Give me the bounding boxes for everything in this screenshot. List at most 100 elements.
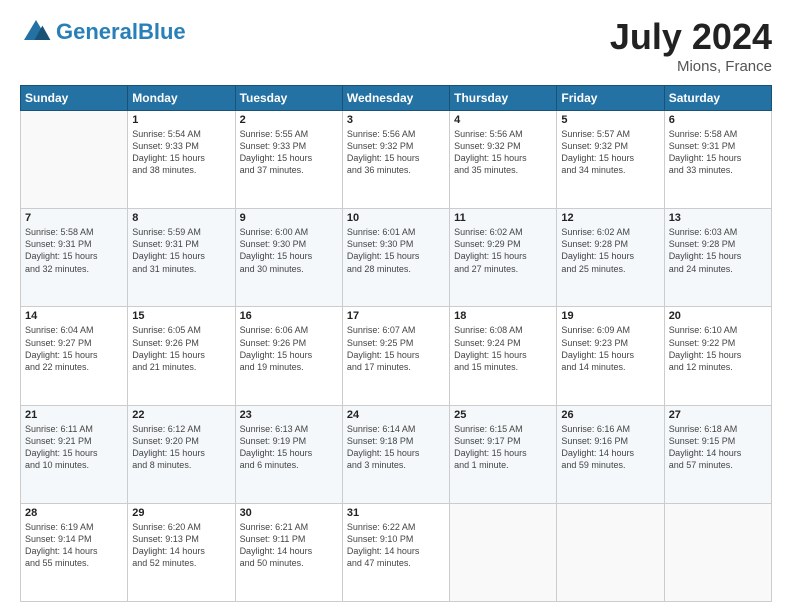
day-info: Sunrise: 6:08 AM Sunset: 9:24 PM Dayligh… (454, 324, 552, 373)
day-number: 19 (561, 310, 659, 322)
calendar-cell: 22 Sunrise: 6:12 AM Sunset: 9:20 PM Dayli… (128, 405, 235, 503)
day-header-sunday: Sunday (21, 86, 128, 111)
calendar-week-1: 1 Sunrise: 5:54 AM Sunset: 9:33 PM Daylig… (21, 111, 772, 209)
day-number: 21 (25, 409, 123, 421)
header: GeneralBlue July 2024 Mions, France (20, 16, 772, 75)
calendar-cell: 10 Sunrise: 6:01 AM Sunset: 9:30 PM Dayli… (342, 209, 449, 307)
day-number: 24 (347, 409, 445, 421)
day-number: 1 (132, 114, 230, 126)
day-number: 10 (347, 212, 445, 224)
calendar-week-5: 28 Sunrise: 6:19 AM Sunset: 9:14 PM Dayli… (21, 503, 772, 601)
calendar-cell: 14 Sunrise: 6:04 AM Sunset: 9:27 PM Dayli… (21, 307, 128, 405)
day-number: 27 (669, 409, 767, 421)
calendar-cell (664, 503, 771, 601)
calendar-cell: 15 Sunrise: 6:05 AM Sunset: 9:26 PM Dayli… (128, 307, 235, 405)
calendar-cell: 4 Sunrise: 5:56 AM Sunset: 9:32 PM Daylig… (450, 111, 557, 209)
day-info: Sunrise: 6:15 AM Sunset: 9:17 PM Dayligh… (454, 423, 552, 472)
day-info: Sunrise: 6:11 AM Sunset: 9:21 PM Dayligh… (25, 423, 123, 472)
day-info: Sunrise: 6:13 AM Sunset: 9:19 PM Dayligh… (240, 423, 338, 472)
day-info: Sunrise: 5:59 AM Sunset: 9:31 PM Dayligh… (132, 226, 230, 275)
day-header-thursday: Thursday (450, 86, 557, 111)
logo-blue: Blue (138, 19, 186, 44)
day-info: Sunrise: 5:58 AM Sunset: 9:31 PM Dayligh… (25, 226, 123, 275)
day-info: Sunrise: 5:54 AM Sunset: 9:33 PM Dayligh… (132, 128, 230, 177)
day-info: Sunrise: 6:05 AM Sunset: 9:26 PM Dayligh… (132, 324, 230, 373)
day-number: 2 (240, 114, 338, 126)
day-number: 5 (561, 114, 659, 126)
day-info: Sunrise: 6:20 AM Sunset: 9:13 PM Dayligh… (132, 521, 230, 570)
day-info: Sunrise: 6:19 AM Sunset: 9:14 PM Dayligh… (25, 521, 123, 570)
calendar-cell: 23 Sunrise: 6:13 AM Sunset: 9:19 PM Dayli… (235, 405, 342, 503)
title-block: July 2024 Mions, France (610, 16, 772, 75)
calendar-cell: 9Sunrise: 6:00 AM Sunset: 9:30 PM Daylig… (235, 209, 342, 307)
calendar-header-row: SundayMondayTuesdayWednesdayThursdayFrid… (21, 86, 772, 111)
day-info: Sunrise: 5:58 AM Sunset: 9:31 PM Dayligh… (669, 128, 767, 177)
calendar-cell: 25 Sunrise: 6:15 AM Sunset: 9:17 PM Dayli… (450, 405, 557, 503)
day-info: Sunrise: 5:55 AM Sunset: 9:33 PM Dayligh… (240, 128, 338, 177)
day-number: 7 (25, 212, 123, 224)
calendar-cell: 1 Sunrise: 5:54 AM Sunset: 9:33 PM Daylig… (128, 111, 235, 209)
logo: GeneralBlue (20, 16, 186, 48)
day-number: 25 (454, 409, 552, 421)
calendar-cell: 13 Sunrise: 6:03 AM Sunset: 9:28 PM Dayli… (664, 209, 771, 307)
calendar-cell: 7 Sunrise: 5:58 AM Sunset: 9:31 PM Daylig… (21, 209, 128, 307)
day-number: 8 (132, 212, 230, 224)
calendar-cell (21, 111, 128, 209)
calendar-week-4: 21 Sunrise: 6:11 AM Sunset: 9:21 PM Dayli… (21, 405, 772, 503)
day-info: Sunrise: 5:56 AM Sunset: 9:32 PM Dayligh… (347, 128, 445, 177)
calendar-cell: 26Sunrise: 6:16 AM Sunset: 9:16 PM Dayli… (557, 405, 664, 503)
day-info: Sunrise: 6:03 AM Sunset: 9:28 PM Dayligh… (669, 226, 767, 275)
day-number: 4 (454, 114, 552, 126)
calendar-cell: 30 Sunrise: 6:21 AM Sunset: 9:11 PM Dayli… (235, 503, 342, 601)
title-month: July 2024 (610, 16, 772, 58)
page: GeneralBlue July 2024 Mions, France Sund… (0, 0, 792, 612)
day-info: Sunrise: 5:57 AM Sunset: 9:32 PM Dayligh… (561, 128, 659, 177)
logo-general: General (56, 19, 138, 44)
calendar-cell: 6Sunrise: 5:58 AM Sunset: 9:31 PM Daylig… (664, 111, 771, 209)
calendar-week-3: 14 Sunrise: 6:04 AM Sunset: 9:27 PM Dayli… (21, 307, 772, 405)
day-header-wednesday: Wednesday (342, 86, 449, 111)
calendar-cell: 17Sunrise: 6:07 AM Sunset: 9:25 PM Dayli… (342, 307, 449, 405)
day-number: 3 (347, 114, 445, 126)
logo-icon (20, 16, 52, 48)
calendar-cell: 28 Sunrise: 6:19 AM Sunset: 9:14 PM Dayli… (21, 503, 128, 601)
day-number: 22 (132, 409, 230, 421)
day-number: 23 (240, 409, 338, 421)
day-number: 14 (25, 310, 123, 322)
day-number: 15 (132, 310, 230, 322)
day-info: Sunrise: 6:16 AM Sunset: 9:16 PM Dayligh… (561, 423, 659, 472)
day-info: Sunrise: 6:10 AM Sunset: 9:22 PM Dayligh… (669, 324, 767, 373)
calendar-cell: 27 Sunrise: 6:18 AM Sunset: 9:15 PM Dayli… (664, 405, 771, 503)
day-number: 17 (347, 310, 445, 322)
day-info: Sunrise: 6:21 AM Sunset: 9:11 PM Dayligh… (240, 521, 338, 570)
calendar-cell: 21 Sunrise: 6:11 AM Sunset: 9:21 PM Dayli… (21, 405, 128, 503)
day-info: Sunrise: 5:56 AM Sunset: 9:32 PM Dayligh… (454, 128, 552, 177)
calendar-cell: 24 Sunrise: 6:14 AM Sunset: 9:18 PM Dayli… (342, 405, 449, 503)
day-header-monday: Monday (128, 86, 235, 111)
day-info: Sunrise: 6:14 AM Sunset: 9:18 PM Dayligh… (347, 423, 445, 472)
day-number: 13 (669, 212, 767, 224)
calendar-week-2: 7 Sunrise: 5:58 AM Sunset: 9:31 PM Daylig… (21, 209, 772, 307)
day-number: 30 (240, 507, 338, 519)
logo-name: GeneralBlue (20, 16, 186, 48)
calendar-cell: 18Sunrise: 6:08 AM Sunset: 9:24 PM Dayli… (450, 307, 557, 405)
calendar-cell: 2 Sunrise: 5:55 AM Sunset: 9:33 PM Daylig… (235, 111, 342, 209)
calendar-cell: 8 Sunrise: 5:59 AM Sunset: 9:31 PM Daylig… (128, 209, 235, 307)
day-info: Sunrise: 6:02 AM Sunset: 9:28 PM Dayligh… (561, 226, 659, 275)
day-info: Sunrise: 6:01 AM Sunset: 9:30 PM Dayligh… (347, 226, 445, 275)
day-info: Sunrise: 6:12 AM Sunset: 9:20 PM Dayligh… (132, 423, 230, 472)
calendar-cell (557, 503, 664, 601)
logo-text: GeneralBlue (56, 21, 186, 43)
calendar-cell: 11Sunrise: 6:02 AM Sunset: 9:29 PM Dayli… (450, 209, 557, 307)
day-info: Sunrise: 6:04 AM Sunset: 9:27 PM Dayligh… (25, 324, 123, 373)
day-number: 31 (347, 507, 445, 519)
day-info: Sunrise: 6:18 AM Sunset: 9:15 PM Dayligh… (669, 423, 767, 472)
calendar-cell: 29 Sunrise: 6:20 AM Sunset: 9:13 PM Dayli… (128, 503, 235, 601)
day-number: 29 (132, 507, 230, 519)
day-number: 20 (669, 310, 767, 322)
calendar-cell: 31Sunrise: 6:22 AM Sunset: 9:10 PM Dayli… (342, 503, 449, 601)
day-info: Sunrise: 6:09 AM Sunset: 9:23 PM Dayligh… (561, 324, 659, 373)
day-info: Sunrise: 6:06 AM Sunset: 9:26 PM Dayligh… (240, 324, 338, 373)
day-number: 28 (25, 507, 123, 519)
calendar-cell: 12Sunrise: 6:02 AM Sunset: 9:28 PM Dayli… (557, 209, 664, 307)
